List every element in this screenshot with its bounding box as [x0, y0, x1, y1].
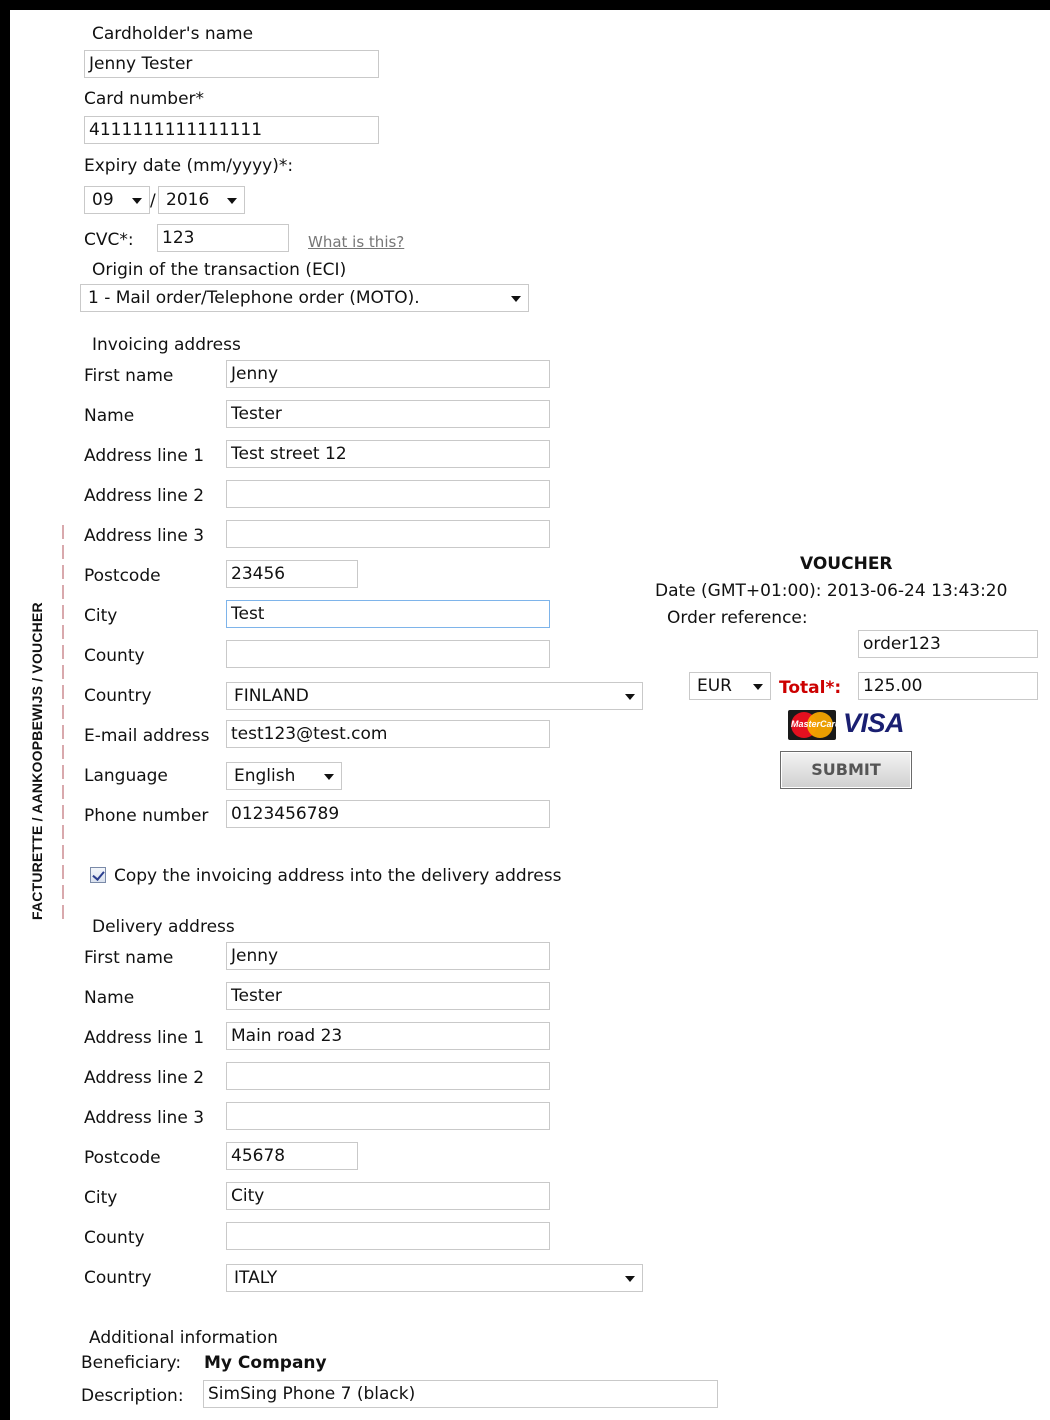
del-first-name-input[interactable]: Jenny — [226, 942, 550, 970]
currency-value: EUR — [697, 676, 732, 696]
chevron-down-icon — [511, 296, 521, 302]
mastercard-logo-text: MasterCard — [791, 719, 836, 729]
inv-name-label: Name — [84, 406, 135, 426]
inv-addr1-label: Address line 1 — [84, 446, 205, 466]
inv-postcode-label: Postcode — [84, 566, 161, 586]
voucher-date: Date (GMT+01:00): 2013-06-24 13:43:20 — [655, 581, 1008, 601]
cvc-help-link[interactable]: What is this? — [308, 232, 404, 252]
inv-phone-input[interactable]: 0123456789 — [226, 800, 550, 828]
inv-email-input[interactable]: test123@test.com — [226, 720, 550, 748]
del-country-value: ITALY — [234, 1268, 278, 1288]
chevron-down-icon — [324, 774, 334, 780]
del-county-input[interactable] — [226, 1222, 550, 1250]
total-input[interactable]: 125.00 — [858, 672, 1038, 700]
inv-city-label: City — [84, 606, 118, 626]
inv-addr1-input[interactable]: Test street 12 — [226, 440, 550, 468]
additional-heading: Additional information — [89, 1328, 278, 1348]
del-name-label: Name — [84, 988, 135, 1008]
del-city-input[interactable]: City — [226, 1182, 550, 1210]
del-addr3-label: Address line 3 — [84, 1108, 205, 1128]
order-ref-input[interactable]: order123 — [858, 630, 1038, 658]
total-label: Total*: — [779, 678, 842, 698]
inv-addr2-label: Address line 2 — [84, 486, 205, 506]
del-addr1-label: Address line 1 — [84, 1028, 205, 1048]
copy-address-label[interactable]: Copy the invoicing address into the deli… — [114, 866, 561, 886]
card-number-label: Card number* — [84, 89, 205, 109]
inv-first-name-input[interactable]: Jenny — [226, 360, 550, 388]
eci-select[interactable]: 1 - Mail order/Telephone order (MOTO). — [80, 284, 529, 312]
chevron-down-icon — [132, 198, 142, 204]
voucher-title: VOUCHER — [800, 554, 893, 574]
chevron-down-icon — [625, 1276, 635, 1282]
cardholder-input[interactable]: Jenny Tester — [84, 50, 379, 78]
del-country-label: Country — [84, 1268, 152, 1288]
inv-language-value: English — [234, 766, 296, 786]
expiry-month-select[interactable]: 09 — [84, 186, 150, 214]
inv-language-label: Language — [84, 766, 168, 786]
inv-first-name-label: First name — [84, 366, 174, 386]
order-ref-label: Order reference: — [667, 608, 808, 628]
inv-language-select[interactable]: English — [226, 762, 342, 790]
inv-name-input[interactable]: Tester — [226, 400, 550, 428]
del-addr1-input[interactable]: Main road 23 — [226, 1022, 550, 1050]
inv-county-label: County — [84, 646, 145, 666]
del-country-select[interactable]: ITALY — [226, 1264, 643, 1292]
currency-select[interactable]: EUR — [689, 672, 771, 700]
expiry-year-value: 2016 — [166, 190, 210, 210]
description-input[interactable]: SimSing Phone 7 (black) — [203, 1380, 718, 1408]
invoicing-heading: Invoicing address — [92, 335, 241, 355]
del-name-input[interactable]: Tester — [226, 982, 550, 1010]
cvc-input[interactable]: 123 — [157, 224, 289, 252]
payment-form-page: FACTURETTE / AANKOOPBEWIJS / VOUCHER Car… — [10, 10, 1050, 1420]
inv-county-input[interactable] — [226, 640, 550, 668]
inv-addr3-label: Address line 3 — [84, 526, 205, 546]
visa-logo: VISA — [843, 708, 905, 738]
inv-country-select[interactable]: FINLAND — [226, 682, 643, 710]
del-postcode-label: Postcode — [84, 1148, 161, 1168]
del-city-label: City — [84, 1188, 118, 1208]
beneficiary-label: Beneficiary: — [81, 1353, 182, 1373]
expiry-separator: / — [150, 191, 156, 211]
submit-button[interactable]: SUBMIT — [780, 751, 912, 789]
expiry-month-value: 09 — [92, 190, 114, 210]
eci-label: Origin of the transaction (ECI) — [92, 260, 347, 280]
chevron-down-icon — [625, 694, 635, 700]
del-first-name-label: First name — [84, 948, 174, 968]
inv-addr3-input[interactable] — [226, 520, 550, 548]
chevron-down-icon — [753, 684, 763, 690]
card-number-input[interactable]: 4111111111111111 — [84, 116, 379, 144]
inv-country-value: FINLAND — [234, 686, 309, 706]
cvc-label: CVC*: — [84, 230, 134, 250]
del-postcode-input[interactable]: 45678 — [226, 1142, 358, 1170]
mastercard-logo: MasterCard — [788, 710, 836, 740]
inv-city-input[interactable]: Test — [226, 600, 550, 628]
side-divider — [62, 525, 64, 925]
del-county-label: County — [84, 1228, 145, 1248]
eci-value: 1 - Mail order/Telephone order (MOTO). — [88, 288, 420, 308]
copy-address-checkbox[interactable] — [90, 867, 106, 883]
inv-email-label: E-mail address — [84, 726, 210, 746]
description-label: Description: — [81, 1386, 184, 1406]
inv-phone-label: Phone number — [84, 806, 209, 826]
chevron-down-icon — [227, 198, 237, 204]
side-label: FACTURETTE / AANKOOPBEWIJS / VOUCHER — [29, 602, 45, 920]
del-addr2-input[interactable] — [226, 1062, 550, 1090]
inv-country-label: Country — [84, 686, 152, 706]
del-addr3-input[interactable] — [226, 1102, 550, 1130]
inv-postcode-input[interactable]: 23456 — [226, 560, 358, 588]
cardholder-label: Cardholder's name — [92, 24, 254, 44]
del-addr2-label: Address line 2 — [84, 1068, 205, 1088]
delivery-heading: Delivery address — [92, 917, 235, 937]
expiry-year-select[interactable]: 2016 — [158, 186, 245, 214]
inv-addr2-input[interactable] — [226, 480, 550, 508]
expiry-label: Expiry date (mm/yyyy)*: — [84, 156, 294, 176]
beneficiary-value: My Company — [204, 1353, 327, 1373]
